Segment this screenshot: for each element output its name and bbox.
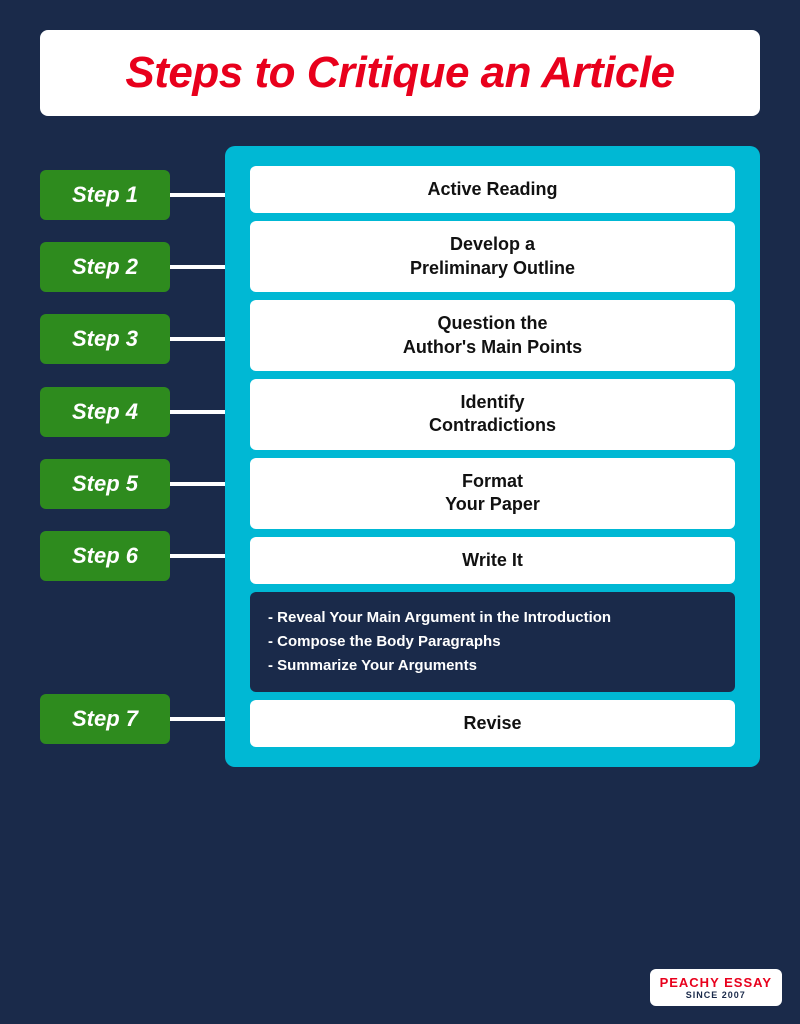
connector-line-7 xyxy=(170,717,225,721)
step-badge-7: Step 7 xyxy=(40,694,170,744)
step-card-2: Develop aPreliminary Outline xyxy=(250,221,735,292)
steps-badges-column: Step 1 Step 2 Step 3 Step 4 Step 5 Step 6 Step… xyxy=(40,146,225,767)
step-badge-row-6: Step 6 xyxy=(40,531,225,581)
connector-line-3 xyxy=(170,337,225,341)
main-layout: Step 1 Step 2 Step 3 Step 4 Step 5 Step 6 Step… xyxy=(40,146,760,767)
step-badge-4: Step 4 xyxy=(40,387,170,437)
step-badge-row-7: Step 7 xyxy=(40,694,225,744)
connector-line-4 xyxy=(170,410,225,414)
step-badge-row-1: Step 1 xyxy=(40,170,225,220)
step-badge-2: Step 2 xyxy=(40,242,170,292)
step-badge-row-2: Step 2 xyxy=(40,242,225,292)
step-badge-row-5: Step 5 xyxy=(40,459,225,509)
step-badge-1: Step 1 xyxy=(40,170,170,220)
page-title: Steps to Critique an Article xyxy=(80,48,720,98)
step-card-6: Write It xyxy=(250,537,735,584)
step-card-7: Revise xyxy=(250,700,735,747)
title-box: Steps to Critique an Article xyxy=(40,30,760,116)
step-card-3: Question theAuthor's Main Points xyxy=(250,300,735,371)
step-badge-5: Step 5 xyxy=(40,459,170,509)
connector-line-2 xyxy=(170,265,225,269)
logo-name: PEACHY ESSAY xyxy=(660,975,772,990)
step-card-1: Active Reading xyxy=(250,166,735,213)
connector-line-1 xyxy=(170,193,225,197)
logo-subtitle: SINCE 2007 xyxy=(660,990,772,1000)
step-badge-row-3: Step 3 xyxy=(40,314,225,364)
connector-line-6 xyxy=(170,554,225,558)
step-badge-row-4: Step 4 xyxy=(40,387,225,437)
step6-subpoints: - Reveal Your Main Argument in the Intro… xyxy=(250,592,735,692)
step-badge-6: Step 6 xyxy=(40,531,170,581)
connector-line-5 xyxy=(170,482,225,486)
step-card-5: FormatYour Paper xyxy=(250,458,735,529)
logo-box: PEACHY ESSAY SINCE 2007 xyxy=(650,969,782,1006)
step-badge-3: Step 3 xyxy=(40,314,170,364)
step-card-4: IdentifyContradictions xyxy=(250,379,735,450)
steps-content-panel: Active Reading Develop aPreliminary Outli… xyxy=(225,146,760,767)
